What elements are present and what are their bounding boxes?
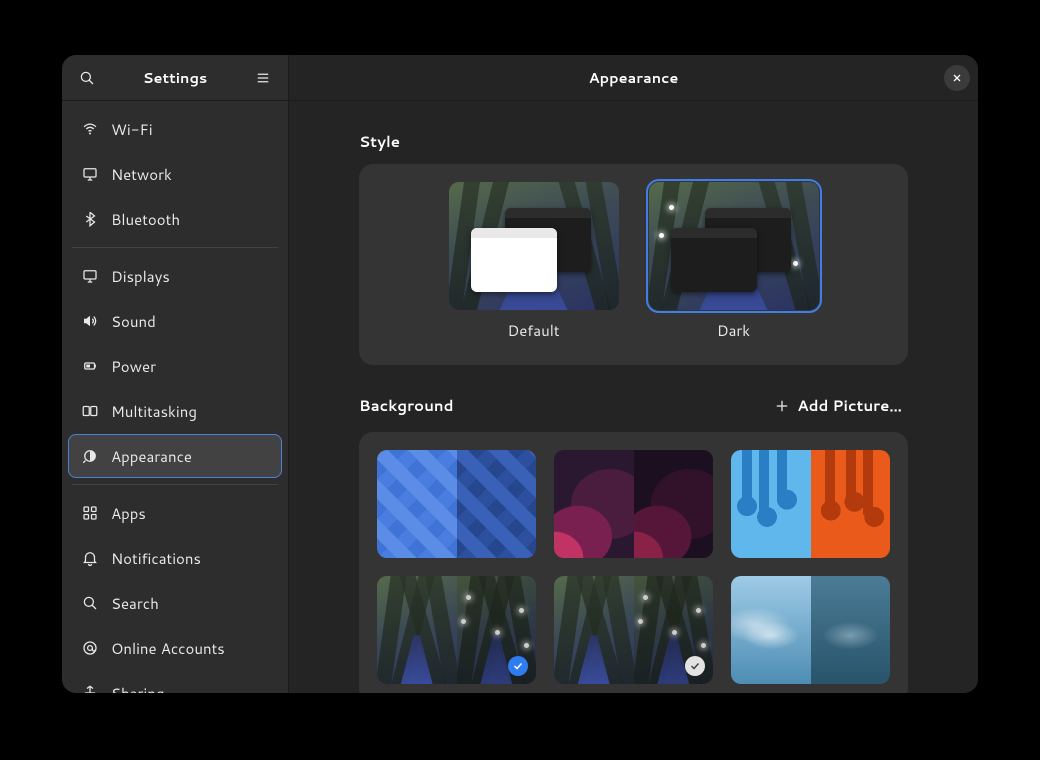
search-icon xyxy=(81,594,99,612)
share-icon xyxy=(81,684,99,693)
plus-icon xyxy=(773,397,791,415)
background-option-sky[interactable] xyxy=(731,576,890,684)
style-option-label: Default xyxy=(507,320,559,341)
display-icon xyxy=(81,267,99,285)
background-option-forest-a[interactable] xyxy=(377,576,536,684)
sidebar-item-wifi[interactable]: Wi-Fi xyxy=(68,107,282,151)
main-body: Style Default Dark Background Add Picture… xyxy=(289,101,978,693)
add-picture-button[interactable]: Add Picture… xyxy=(767,391,908,420)
background-option-drips[interactable] xyxy=(731,450,890,558)
display-icon xyxy=(81,165,99,183)
main-header: Appearance xyxy=(289,55,978,101)
sidebar-item-displays[interactable]: Displays xyxy=(68,254,282,298)
background-option-forest-b[interactable] xyxy=(554,576,713,684)
power-icon xyxy=(81,357,99,375)
available-check-icon xyxy=(685,656,705,676)
selected-check-icon xyxy=(508,656,528,676)
background-option-waves[interactable] xyxy=(554,450,713,558)
main-panel: Appearance Style Default Dark Background xyxy=(289,55,978,693)
settings-window: Settings Wi-Fi Network Bluetooth Displays So… xyxy=(62,55,978,693)
background-heading: Background xyxy=(359,395,454,416)
sidebar: Settings Wi-Fi Network Bluetooth Displays So… xyxy=(62,55,289,693)
wifi-icon xyxy=(81,120,99,138)
sidebar-item-notifications[interactable]: Notifications xyxy=(68,536,282,580)
sidebar-item-bluetooth[interactable]: Bluetooth xyxy=(68,197,282,241)
sidebar-header: Settings xyxy=(62,55,288,101)
style-option-dark[interactable]: Dark xyxy=(649,182,819,341)
sidebar-item-multitasking[interactable]: Multitasking xyxy=(68,389,282,433)
sidebar-item-label: Appearance xyxy=(111,446,192,467)
sidebar-item-label: Network xyxy=(111,164,172,185)
sidebar-item-label: Displays xyxy=(111,266,170,287)
search-icon xyxy=(78,69,96,87)
speaker-icon xyxy=(81,312,99,330)
style-thumb-default xyxy=(449,182,619,310)
sidebar-item-label: Sound xyxy=(111,311,156,332)
sidebar-item-sharing[interactable]: Sharing xyxy=(68,671,282,693)
sidebar-item-apps[interactable]: Apps xyxy=(68,491,282,535)
sidebar-item-label: Power xyxy=(111,356,156,377)
close-icon xyxy=(951,72,963,84)
style-card: Default Dark xyxy=(359,164,908,365)
sidebar-item-sound[interactable]: Sound xyxy=(68,299,282,343)
sidebar-separator xyxy=(72,247,278,248)
background-card xyxy=(359,432,908,693)
sidebar-item-search[interactable]: Search xyxy=(68,581,282,625)
search-button[interactable] xyxy=(70,61,104,95)
sidebar-item-power[interactable]: Power xyxy=(68,344,282,388)
background-option-geometric[interactable] xyxy=(377,450,536,558)
sidebar-item-label: Online Accounts xyxy=(111,638,225,659)
style-option-default[interactable]: Default xyxy=(449,182,619,341)
close-button[interactable] xyxy=(944,65,970,91)
sidebar-item-label: Search xyxy=(111,593,159,614)
at-icon xyxy=(81,639,99,657)
sidebar-item-label: Sharing xyxy=(111,683,164,694)
sidebar-item-label: Bluetooth xyxy=(111,209,180,230)
sidebar-item-online[interactable]: Online Accounts xyxy=(68,626,282,670)
sidebar-item-label: Multitasking xyxy=(111,401,197,422)
apps-icon xyxy=(81,504,99,522)
sidebar-item-appearance[interactable]: Appearance xyxy=(68,434,282,478)
sidebar-separator xyxy=(72,484,278,485)
style-heading: Style xyxy=(359,131,908,152)
sidebar-item-label: Notifications xyxy=(111,548,201,569)
style-option-label: Dark xyxy=(717,320,750,341)
appearance-icon xyxy=(81,447,99,465)
bell-icon xyxy=(81,549,99,567)
hamburger-icon xyxy=(254,69,272,87)
page-title: Appearance xyxy=(289,67,978,88)
sidebar-item-label: Apps xyxy=(111,503,146,524)
sidebar-item-label: Wi-Fi xyxy=(111,119,153,140)
sidebar-item-network[interactable]: Network xyxy=(68,152,282,196)
sidebar-nav: Wi-Fi Network Bluetooth Displays Sound Power M… xyxy=(62,101,288,693)
multitask-icon xyxy=(81,402,99,420)
sidebar-title: Settings xyxy=(104,67,246,88)
menu-button[interactable] xyxy=(246,61,280,95)
style-thumb-dark xyxy=(649,182,819,310)
add-picture-label: Add Picture… xyxy=(797,395,902,416)
bluetooth-icon xyxy=(81,210,99,228)
